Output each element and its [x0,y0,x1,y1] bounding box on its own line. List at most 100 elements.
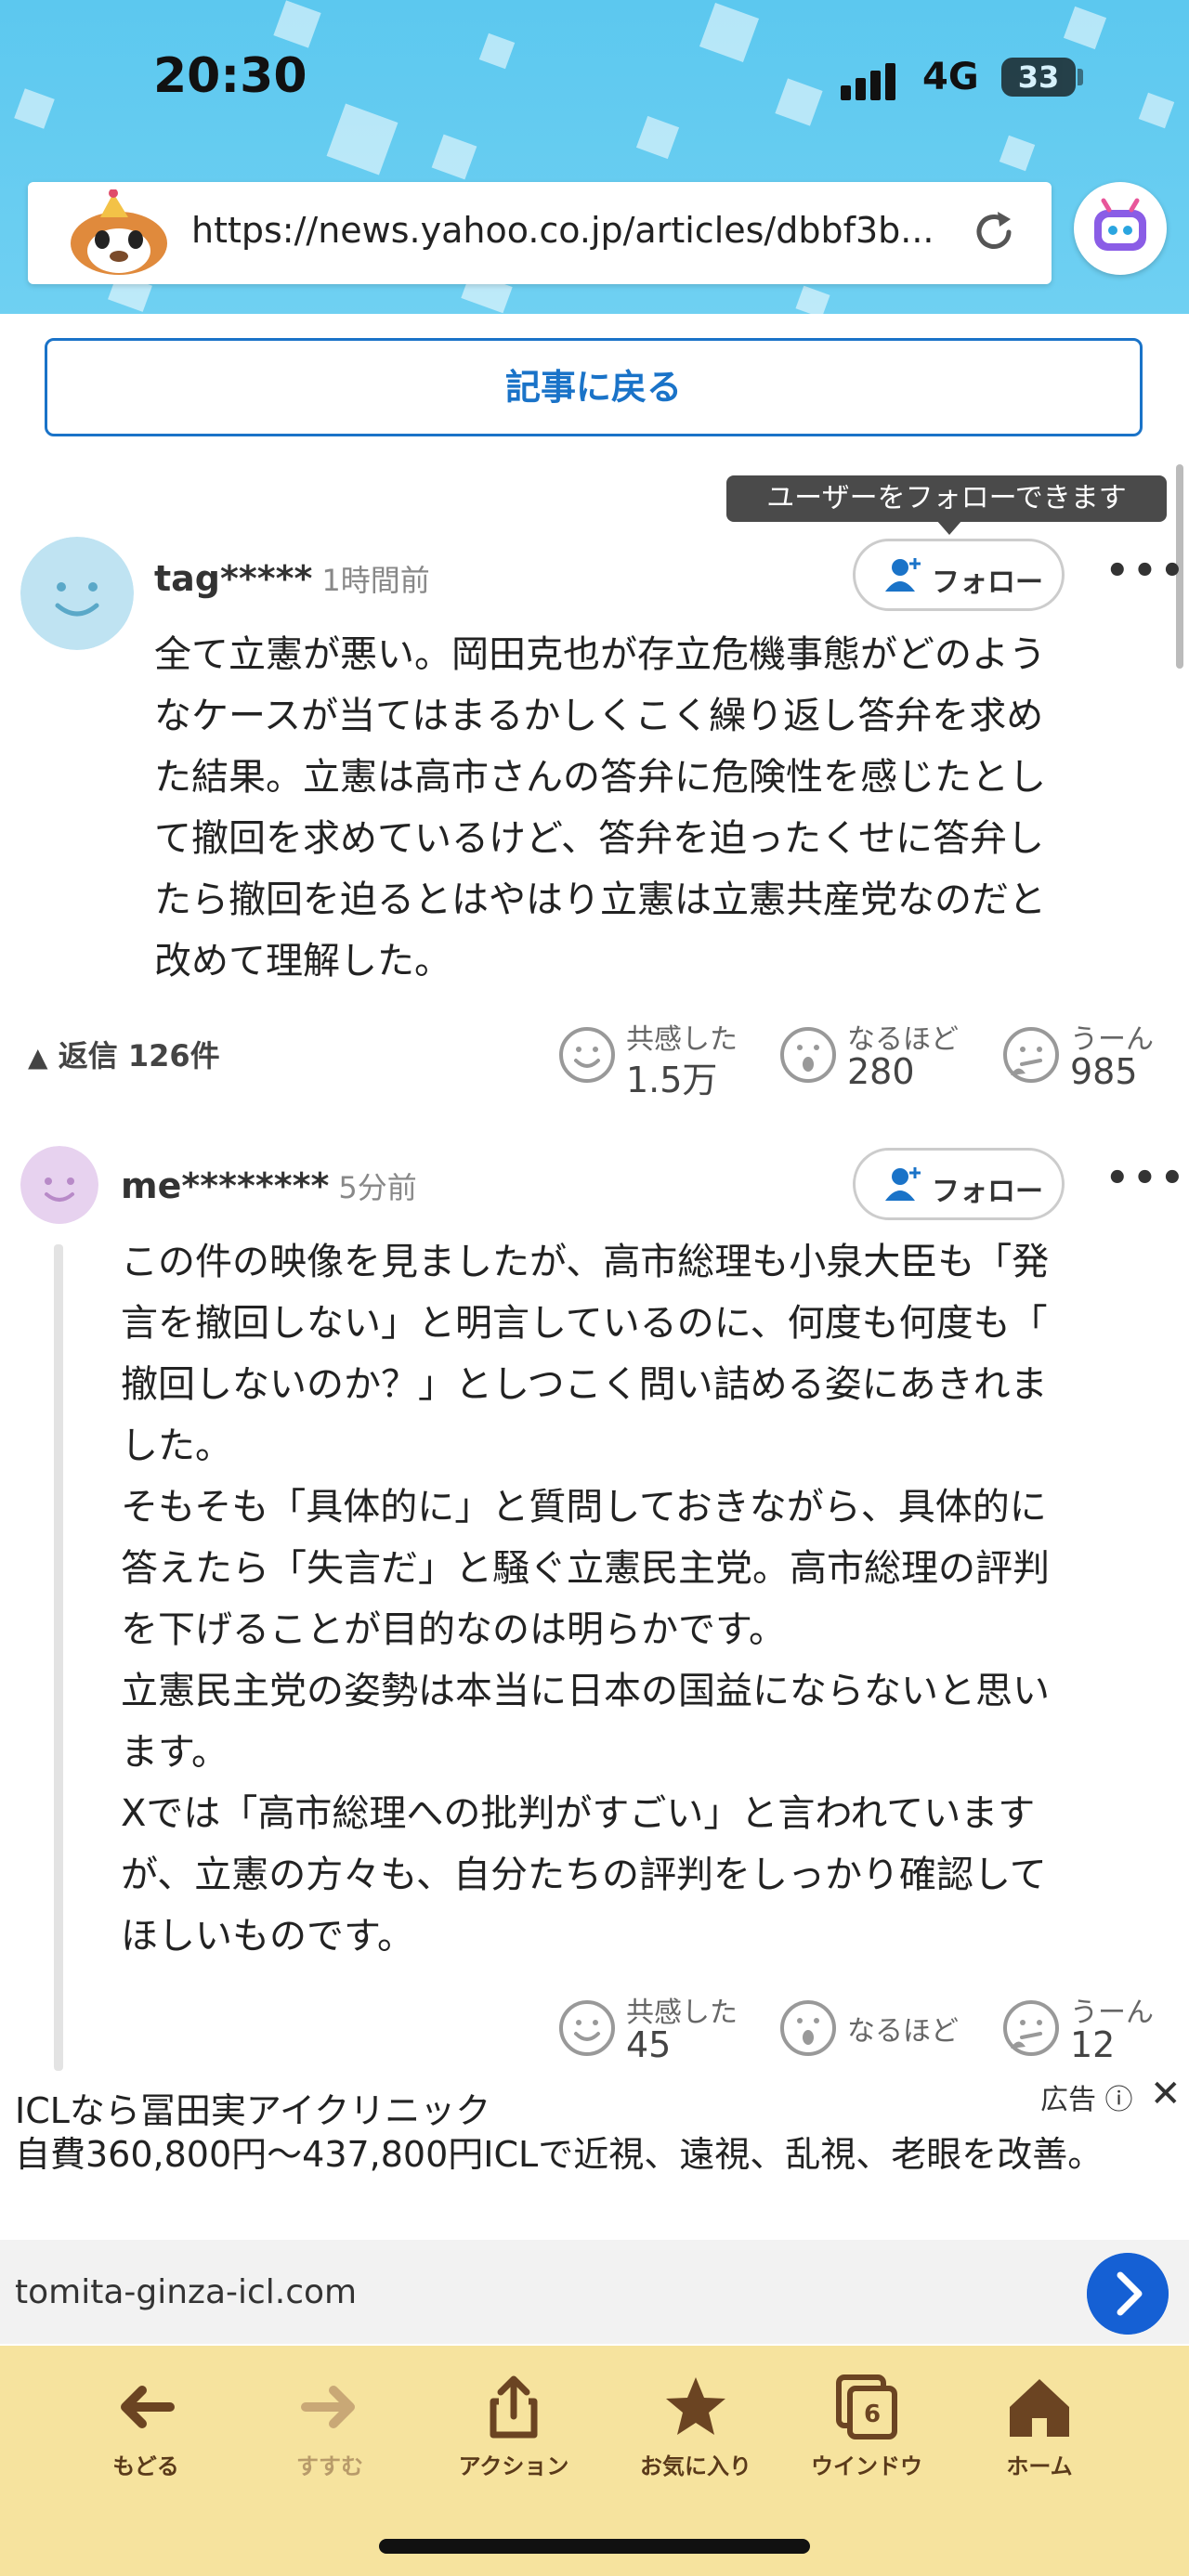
reaction-empathy[interactable]: 共感した 1.5万 [557,1016,743,1100]
reaction-count: 45 [626,2024,672,2065]
windows-icon: 6 [836,2374,897,2439]
action-button[interactable]: アクション [444,2370,583,2480]
comment-line: ます。 [121,1731,229,1774]
comment-body: 全て立憲が悪い。岡田克也が存立危機事態がどのよう なケースが当てはまるかしくこく… [154,624,1157,992]
cellular-signal-icon [841,63,900,100]
avatar[interactable] [20,1146,98,1224]
back-to-article-button[interactable]: 記事に戻る [45,338,1143,436]
comment-line: 全て立憲が悪い。岡田克也が存立危機事態がどのよう [154,633,1046,676]
home-icon [1010,2379,1069,2437]
ad-domain[interactable]: tomita-ginza-icl.com [15,2273,357,2311]
comment-line: そもそも「具体的に」と質問しておきながら、具体的に [121,1486,1047,1529]
reaction-hmm[interactable]: うーん 985 [1001,1016,1178,1099]
ad-title[interactable]: ICLなら冨田実アイクリニック [15,2082,490,2133]
follow-label: フォロー [932,566,1043,599]
username-text[interactable]: tag***** [154,558,312,599]
reload-icon[interactable] [966,204,1022,260]
back-label: もどる [112,2453,179,2479]
comment-time: 5分前 [338,1170,417,1205]
triangle-up-icon: ▲ [28,1042,48,1073]
reaction-count: 985 [1070,1051,1138,1092]
avatar[interactable] [20,537,134,650]
arrow-left-icon [121,2386,175,2428]
ad-info-icon[interactable]: ⓘ [1105,2084,1133,2116]
username-text[interactable]: me******** [121,1165,329,1206]
ad-close-icon[interactable]: ✕ [1150,2073,1182,2115]
battery-icon: 33 [1001,58,1076,97]
comment-username[interactable]: me******** 5分前 [121,1164,417,1207]
home-indicator[interactable] [379,2539,810,2554]
comment-line: を下げることが目的なのは明らかです。 [121,1608,786,1651]
star-icon [666,2377,725,2435]
follow-label: フォロー [932,1176,1043,1208]
replies-count: 返信 126件 [58,1038,220,1073]
action-label: アクション [458,2453,569,2479]
ad-text[interactable]: 自費360,800円〜437,800円ICLで近視、遠視、乱視、老眼を改善。 [15,2130,1167,2179]
windows-label: ウインドウ [811,2453,922,2479]
comment-username[interactable]: tag***** 1時間前 [154,557,430,600]
comment-line: た結果。立憲は高市さんの答弁に危険性を感じたとし [154,756,1046,799]
browser-header: 20:30 4G 33 https://news.yahoo.co.jp/art… [0,0,1189,314]
back-button[interactable]: もどる [76,2370,216,2480]
smile-face-icon [559,2000,615,2056]
surprised-face-icon [780,2000,836,2056]
ad-domain-bar[interactable]: tomita-ginza-icl.com [0,2240,1189,2344]
comment-line: 撤回しないのか？」としつこく問い詰める姿にあきれま [121,1363,1048,1406]
thinking-face-icon [1003,1027,1059,1083]
comment-time: 1時間前 [321,563,430,598]
network-type: 4G [922,56,979,98]
ad-label[interactable]: 広告 ⓘ [1040,2076,1133,2117]
url-text[interactable]: https://news.yahoo.co.jp/articles/dbbf3b… [191,210,934,251]
reaction-count: 280 [847,1051,915,1092]
address-bar[interactable]: https://news.yahoo.co.jp/articles/dbbf3b… [28,182,1052,284]
comment-line: この件の映像を見ましたが、高市総理も小泉大臣も「発 [121,1241,1050,1283]
ad-label-text: 広告 [1040,2084,1096,2116]
reaction-label: なるほど [847,2015,959,2048]
add-user-icon [885,1167,921,1201]
comment-line: て撤回を求めているけど、答弁を迫ったくせに答弁し [154,817,1044,860]
add-user-icon [885,558,921,592]
comment-body: この件の映像を見ましたが、高市総理も小泉大臣も「発 言を撤回しない」と明言してい… [121,1231,1170,1967]
comment-line: 立憲民主党の姿勢は本当に日本の国益にならないと思い [121,1670,1050,1712]
follow-button[interactable]: フォロー [853,539,1065,611]
more-options-icon[interactable]: ••• [1105,550,1188,592]
comment-line: 言を撤回しない」と明言しているのに、何度も何度も「 [121,1302,1048,1345]
comment-line: Xでは「高市総理への批判がすごい」と言われています [121,1792,1036,1835]
follow-button[interactable]: フォロー [853,1148,1065,1220]
tooltip-arrow [936,520,962,535]
status-time: 20:30 [153,48,307,104]
comment-line: が、立憲の方々も、自分たちの評判をしっかり確認して [121,1854,1047,1896]
forward-label: すすむ [296,2453,363,2479]
thread-line [54,1244,63,2071]
windows-button[interactable]: 6 ウインドウ [797,2370,936,2480]
reaction-count: 12 [1070,2024,1116,2065]
replies-toggle[interactable]: ▲ 返信 126件 [28,1033,220,1075]
reaction-insightful[interactable]: なるほど 280 [778,1016,964,1099]
home-button[interactable]: ホーム [970,2370,1109,2480]
comment-line: 改めて理解した。 [154,940,451,982]
reaction-insightful[interactable]: なるほど [778,1989,964,2073]
forward-button[interactable]: すすむ [260,2370,399,2480]
mascot-icon [71,189,167,275]
comment-line: 答えたら「失言だ」と騒ぐ立憲民主党。高市総理の評判 [121,1547,1050,1590]
reaction-hmm[interactable]: うーん 12 [1001,1989,1178,2073]
bookmarks-button[interactable]: お気に入り [626,2370,765,2480]
home-label: ホーム [1006,2453,1073,2479]
comment-line: した。 [121,1425,232,1467]
reaction-empathy[interactable]: 共感した 45 [557,1989,743,2073]
battery-cap [1078,69,1083,85]
more-options-icon[interactable]: ••• [1105,1157,1188,1200]
comment-line: たら撤回を迫るとはやはり立憲は立憲共産党なのだと [154,878,1046,921]
chevron-right-icon[interactable] [1087,2253,1169,2335]
follow-tooltip: ユーザーをフォローできます [726,475,1167,522]
comment-line: ほしいものです。 [121,1915,414,1958]
smile-face-icon [559,1027,615,1083]
assistant-robot-icon[interactable] [1074,182,1167,275]
bookmarks-label: お気に入り [640,2453,751,2479]
comment-line: なケースが当てはまるかしくこく繰り返し答弁を求め [154,695,1044,737]
reaction-count: 1.5万 [626,1060,718,1100]
surprised-face-icon [780,1027,836,1083]
arrow-right-icon [301,2386,355,2428]
thinking-face-icon [1003,2000,1059,2056]
share-icon [490,2375,538,2439]
